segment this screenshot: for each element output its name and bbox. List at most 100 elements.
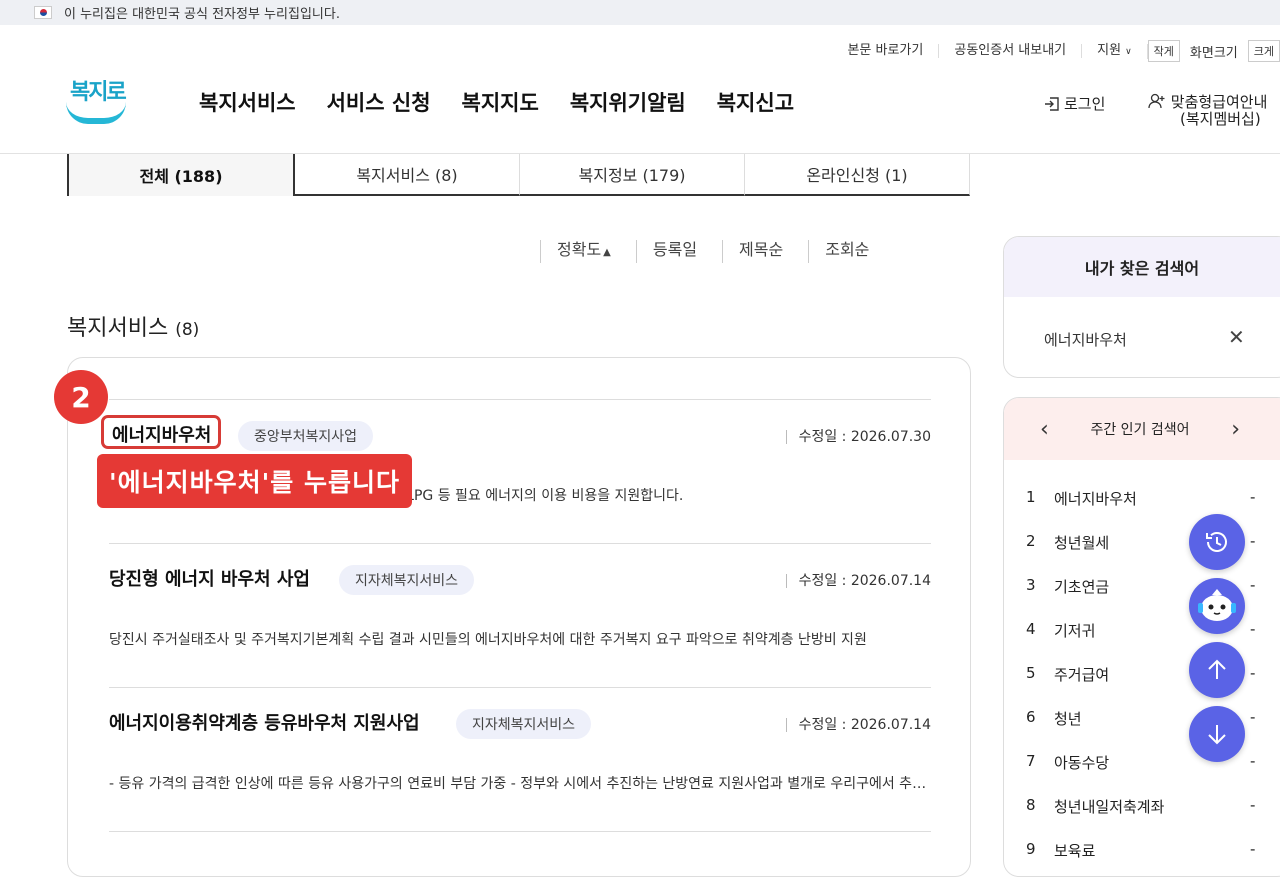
section-title: 복지서비스 (8) (67, 310, 199, 342)
tab-all[interactable]: 전체 (188) (67, 154, 295, 196)
rank-change: - (1250, 532, 1256, 550)
popular-header: ‹ 주간 인기 검색어 › (1004, 398, 1280, 460)
rank-word: 에너지바우처 (1054, 490, 1137, 508)
result-date: 수정일 : 2026.07.30 (785, 430, 931, 444)
my-search-panel: 내가 찾은 검색어 에너지바우처 ✕ (1003, 236, 1280, 378)
my-search-keyword[interactable]: 에너지바우처 (1044, 329, 1127, 350)
rank-change: - (1250, 752, 1256, 770)
tab-online-apply[interactable]: 온라인신청 (1) (745, 154, 970, 196)
gov-banner-text: 이 누리집은 대한민국 공식 전자정부 누리집입니다. (64, 7, 340, 22)
my-search-title: 내가 찾은 검색어 (1004, 237, 1280, 297)
sort-views[interactable]: 조회순 (808, 240, 894, 263)
rank-word: 보육료 (1054, 842, 1096, 860)
sort-accuracy-label: 정확도 (557, 240, 602, 259)
rank-change: - (1250, 708, 1256, 726)
result-item: 당진형 에너지 바우처 사업 지자체복지서비스 수정일 : 2026.07.14… (109, 543, 931, 687)
rank-word: 주거급여 (1054, 666, 1110, 684)
rank-number: 2 (1026, 532, 1036, 550)
result-item: 에너지이용취약계층 등유바우처 지원사업 지자체복지서비스 수정일 : 2026… (109, 687, 931, 831)
sort-accuracy[interactable]: 정확도 ▲ (540, 240, 636, 263)
section-title-text: 복지서비스 (67, 316, 169, 341)
close-icon[interactable]: ✕ (1228, 325, 1245, 349)
rank-number: 1 (1026, 488, 1036, 506)
sort-title[interactable]: 제목순 (722, 240, 808, 263)
rank-word: 기저귀 (1054, 622, 1096, 640)
nav-welfare-service[interactable]: 복지서비스 (199, 87, 296, 117)
rank-number: 7 (1026, 752, 1036, 770)
rank-word: 기초연금 (1054, 578, 1110, 596)
result-category-tag: 중앙부처복지사업 (238, 421, 374, 451)
history-button[interactable] (1189, 514, 1245, 570)
membership-button[interactable]: 맞춤형급여안내 (복지멤버십) (1148, 93, 1267, 128)
arrow-up-icon (1208, 659, 1226, 679)
sort-up-icon: ▲ (603, 247, 611, 258)
step-badge: 2 (54, 370, 108, 424)
sort-options: 정확도 ▲ 등록일 제목순 조회순 (540, 240, 894, 263)
nav-crisis-alert[interactable]: 복지위기알림 (570, 87, 686, 117)
result-description: 당진시 주거실태조사 및 주거복지기본계획 수립 결과 시민들의 에너지바우처에… (109, 632, 867, 648)
popular-item[interactable]: 9 보육료 - (1026, 840, 1256, 861)
arrow-down-icon (1208, 725, 1226, 745)
scroll-top-button[interactable] (1189, 642, 1245, 698)
rank-change: - (1250, 488, 1256, 506)
chatbot-button[interactable] (1189, 578, 1245, 634)
font-large-button[interactable]: 크게 (1247, 40, 1280, 62)
rank-change: - (1250, 576, 1256, 594)
result-description: - 등유 가격의 급격한 인상에 따른 등유 사용가구의 연료비 부담 가중 -… (109, 776, 931, 792)
skip-to-content-link[interactable]: 본문 바로가기 (832, 44, 940, 58)
result-item (109, 831, 931, 871)
login-button[interactable]: 로그인 (1044, 93, 1105, 114)
bokjiro-logo[interactable]: 복지로 (66, 72, 128, 128)
support-menu[interactable]: 지원 ∨ (1082, 42, 1148, 59)
sort-date[interactable]: 등록일 (635, 240, 722, 263)
nav-welfare-report[interactable]: 복지신고 (717, 87, 794, 117)
history-icon (1206, 532, 1227, 552)
rank-change: - (1250, 620, 1256, 638)
popular-search-panel: ‹ 주간 인기 검색어 › 1 에너지바우처 - 2 청년월세 - 3 기초연금 - 4 기저… (1003, 397, 1280, 877)
membership-line2: (복지멤버십) (1180, 110, 1261, 128)
rank-change: - (1250, 664, 1256, 682)
result-category-tag: 지자체복지서비스 (339, 565, 475, 595)
result-date: 수정일 : 2026.07.14 (785, 574, 931, 588)
result-title[interactable]: 에너지이용취약계층 등유바우처 지원사업 (109, 709, 420, 735)
scroll-bottom-button[interactable] (1189, 706, 1245, 762)
nav-welfare-map[interactable]: 복지지도 (462, 87, 539, 117)
rank-number: 5 (1026, 664, 1036, 682)
rank-change: - (1250, 796, 1256, 814)
rank-change: - (1250, 840, 1256, 858)
font-small-button[interactable]: 작게 (1147, 40, 1180, 62)
rank-word: 아동수당 (1054, 754, 1110, 772)
rank-number: 3 (1026, 576, 1036, 594)
logo-smile-icon (66, 102, 126, 124)
nav-service-apply[interactable]: 서비스 신청 (327, 87, 431, 117)
rank-word: 청년내일저축계좌 (1054, 798, 1165, 816)
login-icon (1045, 96, 1059, 111)
popular-item[interactable]: 8 청년내일저축계좌 - (1026, 796, 1256, 817)
membership-line1: 맞춤형급여안내 (1170, 93, 1268, 111)
popular-item[interactable]: 1 에너지바우처 - (1026, 488, 1256, 509)
user-add-icon (1148, 93, 1165, 109)
popular-title: 주간 인기 검색어 (1090, 422, 1190, 438)
utility-bar: 본문 바로가기 공동인증서 내보내기 지원 ∨ 작게 화면크기 크게 (832, 40, 1280, 62)
click-highlight (101, 415, 221, 449)
gov-banner: 이 누리집은 대한민국 공식 전자정부 누리집입니다. (0, 0, 1280, 25)
rank-number: 8 (1026, 796, 1036, 814)
rank-number: 9 (1026, 840, 1036, 858)
login-label: 로그인 (1064, 95, 1106, 113)
chevron-right-icon[interactable]: › (1231, 417, 1240, 442)
chatbot-icon (1198, 589, 1236, 621)
rank-number: 4 (1026, 620, 1036, 638)
rank-word: 청년월세 (1054, 534, 1110, 552)
korea-flag-icon (34, 6, 52, 19)
chevron-left-icon[interactable]: ‹ (1040, 417, 1049, 442)
result-title[interactable]: 당진형 에너지 바우처 사업 (109, 565, 310, 591)
tab-welfare-info[interactable]: 복지정보 (179) (520, 154, 745, 196)
result-category-tag: 지자체복지서비스 (456, 709, 592, 739)
rank-word: 청년 (1054, 710, 1082, 728)
section-count: (8) (175, 320, 200, 340)
cert-export-link[interactable]: 공동인증서 내보내기 (939, 44, 1083, 58)
tab-welfare-service[interactable]: 복지서비스 (8) (295, 154, 520, 196)
support-label: 지원 (1097, 42, 1122, 58)
result-tabs: 전체 (188) 복지서비스 (8) 복지정보 (179) 온라인신청 (1) (67, 154, 970, 196)
result-date: 수정일 : 2026.07.14 (785, 718, 931, 732)
